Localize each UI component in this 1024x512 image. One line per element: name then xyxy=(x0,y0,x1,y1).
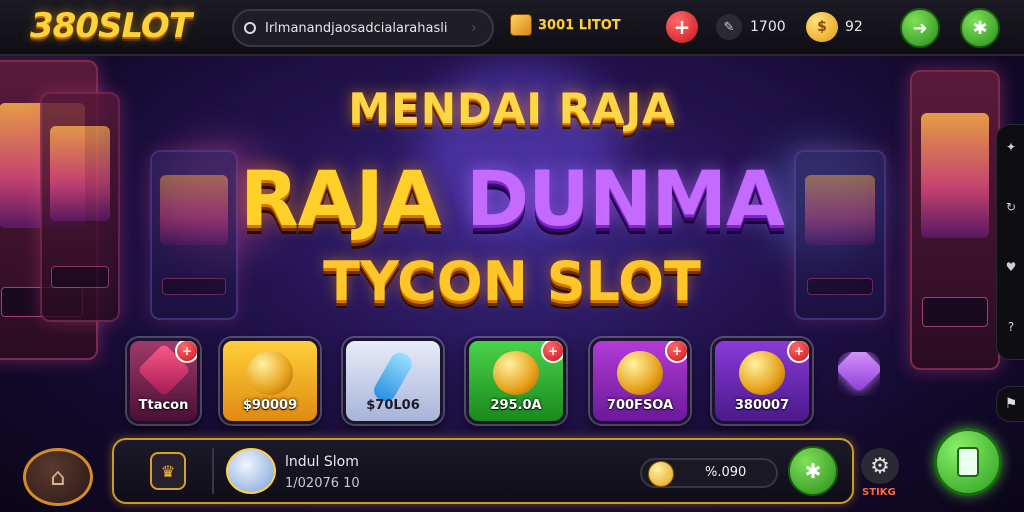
game-lobby-screen: 380SLOT Irlmanandjaosadcialarahasli › 30… xyxy=(0,0,1024,512)
gear-icon: ✱ xyxy=(972,17,988,39)
phone-icon xyxy=(957,447,979,477)
tile-badge: + xyxy=(175,341,197,363)
game-tile-5[interactable]: 700FSOA + xyxy=(590,338,690,424)
divider xyxy=(212,448,214,494)
headline-line-2: RAJA DUNMA xyxy=(0,154,1024,243)
current-game-title: lndul Slom xyxy=(285,454,359,470)
site-logo[interactable]: 380SLOT xyxy=(30,6,192,46)
gold-coin-icon xyxy=(617,351,663,395)
purple-gem-icon xyxy=(838,352,880,394)
home-button[interactable]: ⌂ xyxy=(23,448,93,506)
add-button[interactable]: + xyxy=(666,11,698,43)
settings-gear-icon[interactable]: ⚙ xyxy=(861,448,899,484)
heart-icon[interactable]: ♥ xyxy=(1000,256,1022,278)
headline-word-gold: RAJA xyxy=(240,154,441,243)
search-bar[interactable]: Irlmanandjaosadcialarahasli › xyxy=(232,9,494,47)
play-button[interactable] xyxy=(934,428,1002,496)
coin-stack-icon: $ xyxy=(806,12,838,42)
tile-label: $90009 xyxy=(242,398,298,413)
coin-icon xyxy=(648,461,674,487)
tile-label: Ttacon xyxy=(138,398,189,413)
search-text: Irlmanandjaosadcialarahasli xyxy=(265,20,448,36)
tile-badge: + xyxy=(665,341,687,363)
menu-button[interactable]: ♛ xyxy=(150,452,186,490)
crown-icon: ♛ xyxy=(160,461,176,481)
promo-label: 3001 LITOT xyxy=(538,17,621,33)
rail-extra-button[interactable]: ⚑ xyxy=(996,386,1024,422)
share-icon: ➜ xyxy=(912,17,928,39)
game-tile-2[interactable]: $90009 xyxy=(220,338,320,424)
gold-coin-icon xyxy=(739,351,785,395)
game-tile-6[interactable]: 380007 + xyxy=(712,338,812,424)
help-icon[interactable]: ? xyxy=(1000,316,1022,338)
crystal-bar-icon xyxy=(370,348,416,406)
tile-label: 380007 xyxy=(734,398,790,413)
gold-coin-icon xyxy=(247,351,293,395)
headline-line-1: MENDAI RAJA xyxy=(348,84,676,133)
tile-badge: + xyxy=(787,341,809,363)
stat-primary: 1700 xyxy=(750,19,786,35)
star-icon[interactable]: ✦ xyxy=(1000,136,1022,158)
pin-icon: ✎ xyxy=(716,14,742,40)
headline-line-3: TYCON SLOT xyxy=(323,250,701,313)
tile-badge: + xyxy=(541,341,563,363)
home-icon: ⌂ xyxy=(50,463,66,491)
headline-word-purple: DUNMA xyxy=(466,154,785,243)
promo-badge[interactable]: 3001 LITOT xyxy=(510,14,621,36)
coin-count: 92 xyxy=(845,19,863,35)
game-tile-1[interactable]: Ttacon + xyxy=(127,338,200,424)
settings-label: STIKG xyxy=(862,487,896,498)
balance-value: %.090 xyxy=(705,465,747,480)
spin-settings-button[interactable]: ✱ xyxy=(788,446,838,496)
gold-coin-icon xyxy=(493,351,539,395)
gem-bonus[interactable] xyxy=(838,352,880,396)
gear-icon: ✱ xyxy=(804,459,822,483)
current-game-subtitle: 1/02076 10 xyxy=(285,476,360,491)
game-tile-4[interactable]: 295.0A + xyxy=(466,338,566,424)
circle-icon xyxy=(244,22,256,34)
share-button[interactable]: ➜ xyxy=(900,8,940,48)
refresh-icon[interactable]: ↻ xyxy=(1000,196,1022,218)
plus-icon: + xyxy=(673,15,691,39)
game-thumbnail[interactable] xyxy=(226,448,276,494)
tile-label: 295.0A xyxy=(490,398,542,413)
chevron-right-icon: › xyxy=(471,20,477,36)
tile-label: 700FSOA xyxy=(606,398,674,413)
flag-icon: ⚑ xyxy=(1004,396,1018,412)
game-tile-3[interactable]: $70L06 xyxy=(343,338,443,424)
tile-label: $70L06 xyxy=(366,398,420,413)
gift-box-icon xyxy=(510,14,532,36)
settings-button[interactable]: ✱ xyxy=(960,8,1000,48)
